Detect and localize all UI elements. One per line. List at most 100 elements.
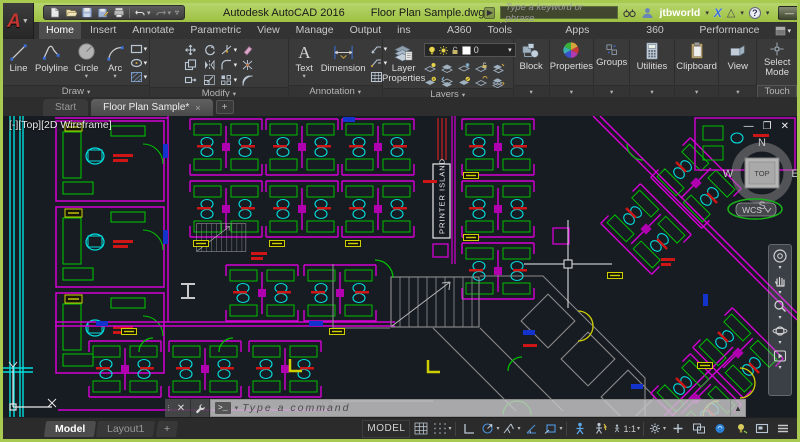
groups-button[interactable]: Groups: [594, 39, 629, 85]
isolate-objects-toggle[interactable]: [731, 420, 751, 438]
model-tab[interactable]: Model: [44, 421, 97, 437]
new-drawing-tab-button[interactable]: +: [216, 100, 234, 114]
dropdown-arrow-icon[interactable]: ▾: [778, 366, 781, 371]
dropdown-arrow-icon[interactable]: ▾: [448, 425, 451, 432]
tab-insert[interactable]: Insert: [83, 22, 123, 39]
drawing-canvas[interactable]: [-][Top][2D Wireframe] — ❐ ✕: [3, 116, 797, 417]
layer-match-icon[interactable]: [492, 62, 505, 74]
doc-close-button[interactable]: ✕: [781, 121, 789, 132]
polar-tracking-toggle[interactable]: ▾: [480, 420, 500, 438]
scale-icon[interactable]: [203, 74, 216, 86]
grid-display-toggle[interactable]: [411, 420, 431, 438]
close-tab-icon[interactable]: ×: [195, 103, 200, 113]
panel-label-draw[interactable]: Draw▾: [3, 85, 149, 97]
ucs-icon[interactable]: [9, 362, 56, 410]
pan-hand-icon[interactable]: [772, 273, 788, 289]
utilities-button[interactable]: Utilities: [630, 39, 674, 85]
annotation-scale-button[interactable]: 1:1▾: [612, 420, 640, 438]
panel-label-view[interactable]: ▾: [719, 85, 756, 97]
redo-button[interactable]: ▾: [155, 7, 172, 18]
select-mode-button[interactable]: Select Mode: [757, 39, 797, 85]
viewcube[interactable]: N S W E TOP: [723, 137, 797, 212]
layer-isolate-icon[interactable]: [441, 62, 454, 74]
polyline-button[interactable]: Polyline: [33, 41, 70, 75]
model-space-button[interactable]: MODEL: [362, 420, 410, 438]
dropdown-arrow-icon[interactable]: ▾: [740, 9, 744, 17]
tab-a360[interactable]: A360: [440, 22, 479, 39]
layer-freeze-icon[interactable]: [458, 62, 471, 74]
explode-icon[interactable]: [241, 59, 254, 71]
qat-customize-icon[interactable]: ▿: [175, 8, 179, 17]
layer-unisolate-icon[interactable]: [458, 76, 471, 88]
signed-in-user[interactable]: jtbworld: [659, 7, 700, 19]
undo-button[interactable]: ▾: [134, 7, 151, 18]
command-line-grip[interactable]: ⋮: [165, 399, 172, 417]
hatch-button[interactable]: ▾: [130, 71, 148, 83]
offset-icon[interactable]: [241, 74, 254, 86]
navigation-wheel-icon[interactable]: [772, 248, 788, 264]
panel-label-groups[interactable]: ▾: [594, 85, 629, 97]
exchange-apps-icon[interactable]: X: [714, 6, 722, 20]
layer-make-current-icon[interactable]: [424, 76, 437, 88]
tab-performance[interactable]: Performance: [692, 22, 766, 39]
minimize-button[interactable]: —: [778, 6, 800, 20]
dropdown-arrow-icon[interactable]: ▾: [637, 425, 640, 432]
clean-screen-toggle[interactable]: [752, 420, 772, 438]
search-expand-icon[interactable]: ▶: [484, 7, 495, 19]
text-button[interactable]: A Text ▾: [292, 41, 317, 82]
layer-states-icon[interactable]: [492, 76, 505, 88]
viewcube-top[interactable]: TOP: [754, 169, 769, 178]
annotation-autoscale-toggle[interactable]: [591, 420, 611, 438]
tab-annotate[interactable]: Annotate: [125, 22, 181, 39]
array-button[interactable]: ▾: [220, 74, 238, 86]
panel-label-block[interactable]: ▾: [514, 85, 549, 97]
properties-button[interactable]: Properties: [550, 39, 594, 85]
file-tab-start[interactable]: Start: [43, 99, 88, 116]
doc-restore-button[interactable]: ❐: [763, 121, 772, 132]
view-button[interactable]: View: [719, 39, 756, 85]
plot-icon[interactable]: [113, 7, 125, 18]
tab-home[interactable]: Home: [39, 22, 81, 39]
fillet-button[interactable]: ▾: [220, 59, 238, 71]
layer-select-combo[interactable]: 0 ▾: [424, 43, 516, 57]
new-file-icon[interactable]: [49, 7, 61, 18]
move-icon[interactable]: [184, 44, 197, 56]
customization-menu-button[interactable]: [773, 420, 793, 438]
layer-thaw-all-icon[interactable]: [475, 76, 488, 88]
dropdown-arrow-icon[interactable]: ▾: [517, 425, 520, 432]
a360-icon[interactable]: △: [727, 6, 735, 19]
viewcube-west[interactable]: W: [723, 168, 734, 180]
dropdown-arrow-icon[interactable]: ▾: [766, 9, 770, 17]
annotation-monitor-toggle[interactable]: [668, 420, 688, 438]
dropdown-arrow-icon[interactable]: ▾: [778, 316, 781, 321]
arc-button[interactable]: Arc ▾: [103, 41, 128, 82]
line-button[interactable]: Line: [6, 41, 31, 75]
search-input[interactable]: Type a keyword or phrase: [500, 6, 618, 19]
object-snap-tracking-toggle[interactable]: [522, 420, 542, 438]
viewport-controls[interactable]: [-][Top][2D Wireframe]: [9, 119, 112, 131]
dimension-button[interactable]: Dimension: [319, 41, 368, 75]
viewcube-east[interactable]: E: [791, 168, 797, 180]
doc-minimize-button[interactable]: —: [744, 121, 754, 132]
help-icon[interactable]: ?: [749, 7, 761, 19]
erase-icon[interactable]: [241, 44, 254, 56]
ellipse-button[interactable]: ▾: [130, 57, 148, 69]
block-button[interactable]: Block: [514, 39, 549, 85]
command-prompt-icon[interactable]: >_: [215, 402, 231, 414]
trim-button[interactable]: ▾: [220, 44, 238, 56]
layer-lock-icon[interactable]: [475, 62, 488, 74]
viewcube-north[interactable]: N: [758, 137, 766, 149]
panel-label-utilities[interactable]: ▾: [630, 85, 674, 97]
save-icon[interactable]: [81, 7, 93, 18]
snap-mode-toggle[interactable]: ▾: [432, 420, 452, 438]
object-snap-toggle[interactable]: ▾: [543, 420, 563, 438]
tab-view[interactable]: View: [250, 22, 287, 39]
mirror-icon[interactable]: [203, 59, 216, 71]
command-close-button[interactable]: ✕: [172, 399, 191, 417]
showmotion-icon[interactable]: [772, 348, 788, 364]
new-layout-button[interactable]: +: [156, 421, 178, 437]
panel-label-annotation[interactable]: Annotation▾: [289, 85, 382, 97]
circle-button[interactable]: Circle ▾: [72, 41, 100, 82]
file-tab-floor-plan[interactable]: Floor Plan Sample*×: [91, 99, 212, 116]
application-menu-button[interactable]: A ▼: [3, 3, 34, 39]
